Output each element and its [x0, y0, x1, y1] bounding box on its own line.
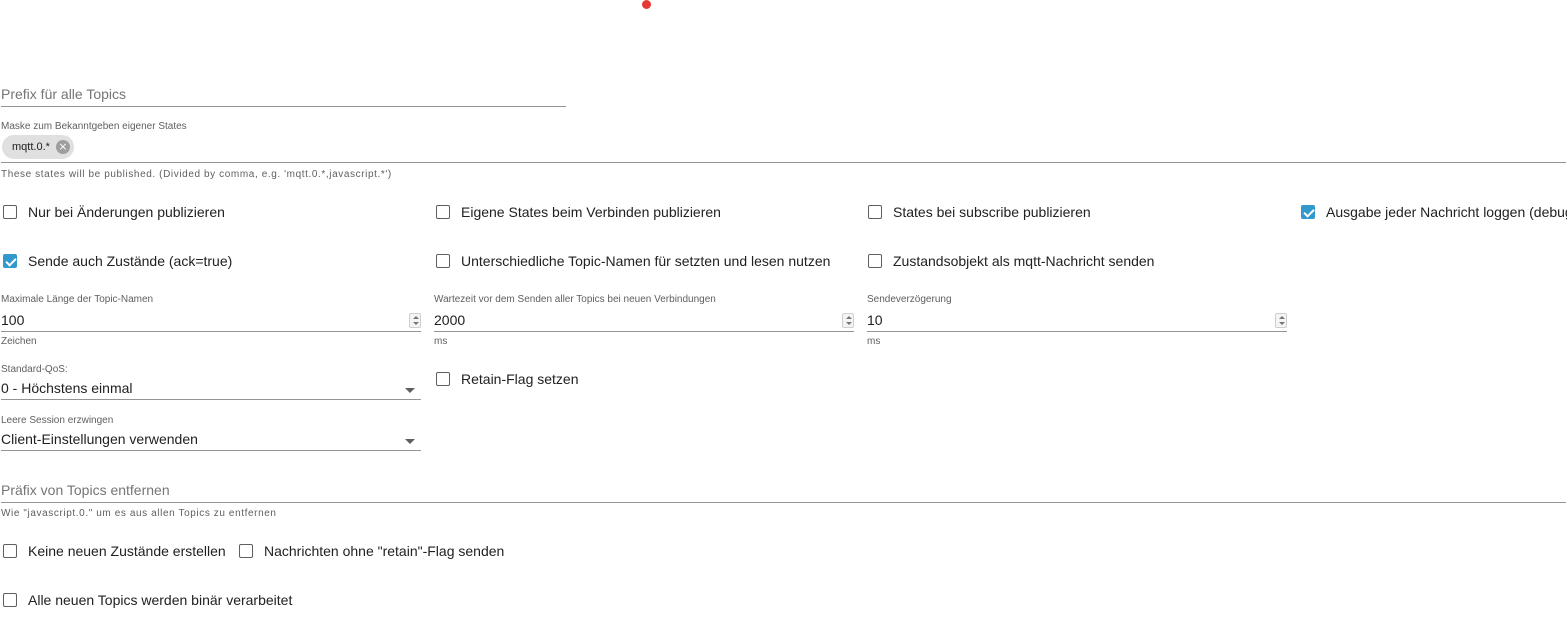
checkbox-label: Ausgabe jeder Nachricht loggen (debug)	[1326, 204, 1567, 220]
checkbox-icon[interactable]	[436, 372, 450, 386]
max-topic-length-value: 100	[1, 312, 25, 328]
wait-time-value: 2000	[434, 312, 466, 328]
checkbox-icon[interactable]	[868, 205, 882, 219]
wait-time-unit: ms	[434, 336, 448, 347]
number-stepper-icon[interactable]	[409, 313, 421, 328]
checkbox-checked-icon[interactable]	[1301, 205, 1315, 219]
clean-session-selected-value: Client-Einstellungen verwenden	[1, 431, 198, 447]
clean-session-label: Leere Session erzwingen	[1, 415, 114, 426]
checkbox-send-ack-states[interactable]: Sende auch Zustände (ack=true)	[3, 251, 232, 271]
status-indicator-dot	[642, 0, 651, 9]
checkbox-icon[interactable]	[3, 593, 17, 607]
prefix-all-topics-input[interactable]: Prefix für alle Topics	[1, 82, 566, 107]
checkbox-icon[interactable]	[868, 254, 882, 268]
checkbox-label: States bei subscribe publizieren	[893, 204, 1091, 220]
checkbox-icon[interactable]	[436, 254, 450, 268]
mask-helper-text: These states will be published. (Divided…	[1, 169, 392, 180]
checkbox-publish-on-change[interactable]: Nur bei Änderungen publizieren	[3, 202, 225, 222]
max-topic-length-input[interactable]: 100	[1, 302, 421, 332]
checkbox-label: Nachrichten ohne "retain"-Flag senden	[264, 543, 505, 559]
chip-remove-icon[interactable]: ×	[56, 140, 70, 154]
mask-chip: mqtt.0.* ×	[2, 135, 74, 159]
checkbox-icon[interactable]	[436, 205, 450, 219]
remove-prefix-placeholder: Präfix von Topics entfernen	[1, 482, 170, 498]
clean-session-select[interactable]: Client-Einstellungen verwenden	[1, 429, 421, 451]
checkbox-label: Keine neuen Zustände erstellen	[28, 543, 226, 559]
checkbox-publish-own-states-on-connect[interactable]: Eigene States beim Verbinden publizieren	[436, 202, 721, 222]
qos-label: Standard-QoS:	[1, 364, 68, 375]
send-delay-input[interactable]: 10	[867, 302, 1287, 332]
checkbox-icon[interactable]	[3, 544, 17, 558]
checkbox-label: Unterschiedliche Topic-Namen für setzten…	[461, 253, 831, 269]
checkbox-checked-icon[interactable]	[3, 254, 17, 268]
checkbox-send-without-retain[interactable]: Nachrichten ohne "retain"-Flag senden	[239, 541, 504, 561]
checkbox-label: Alle neuen Topics werden binär verarbeit…	[28, 592, 293, 608]
checkbox-label: Eigene States beim Verbinden publizieren	[461, 204, 721, 220]
qos-selected-value: 0 - Höchstens einmal	[1, 380, 133, 396]
checkbox-label: Retain-Flag setzen	[461, 371, 579, 387]
checkbox-debug-log[interactable]: Ausgabe jeder Nachricht loggen (debug)	[1301, 202, 1567, 222]
checkbox-no-new-states[interactable]: Keine neuen Zustände erstellen	[3, 541, 226, 561]
mask-chip-label: mqtt.0.*	[12, 141, 50, 153]
remove-prefix-helper: Wie "javascript.0." um es aus allen Topi…	[1, 508, 277, 519]
remove-prefix-input[interactable]: Präfix von Topics entfernen	[1, 478, 1566, 503]
checkbox-retain-flag[interactable]: Retain-Flag setzen	[436, 369, 579, 389]
checkbox-icon[interactable]	[239, 544, 253, 558]
prefix-all-topics-placeholder: Prefix für alle Topics	[1, 86, 127, 102]
checkbox-binary-topics[interactable]: Alle neuen Topics werden binär verarbeit…	[3, 590, 292, 610]
checkbox-publish-on-subscribe[interactable]: States bei subscribe publizieren	[868, 202, 1091, 222]
dropdown-arrow-icon	[405, 388, 415, 393]
wait-time-input[interactable]: 2000	[434, 302, 854, 332]
checkbox-label: Sende auch Zustände (ack=true)	[28, 253, 233, 269]
mask-label: Maske zum Bekanntgeben eigener States	[1, 121, 187, 132]
number-stepper-icon[interactable]	[842, 313, 854, 328]
send-delay-value: 10	[867, 312, 883, 328]
checkbox-label: Nur bei Änderungen publizieren	[28, 204, 225, 220]
checkbox-icon[interactable]	[3, 205, 17, 219]
send-delay-unit: ms	[867, 336, 881, 347]
dropdown-arrow-icon	[405, 439, 415, 444]
checkbox-send-state-object[interactable]: Zustandsobjekt als mqtt-Nachricht senden	[868, 251, 1154, 271]
qos-select[interactable]: 0 - Höchstens einmal	[1, 378, 421, 400]
max-topic-length-unit: Zeichen	[1, 336, 37, 347]
checkbox-label: Zustandsobjekt als mqtt-Nachricht senden	[893, 253, 1155, 269]
mask-chip-input[interactable]	[1, 132, 1566, 163]
checkbox-different-topic-names[interactable]: Unterschiedliche Topic-Namen für setzten…	[436, 251, 830, 271]
number-stepper-icon[interactable]	[1275, 313, 1287, 328]
